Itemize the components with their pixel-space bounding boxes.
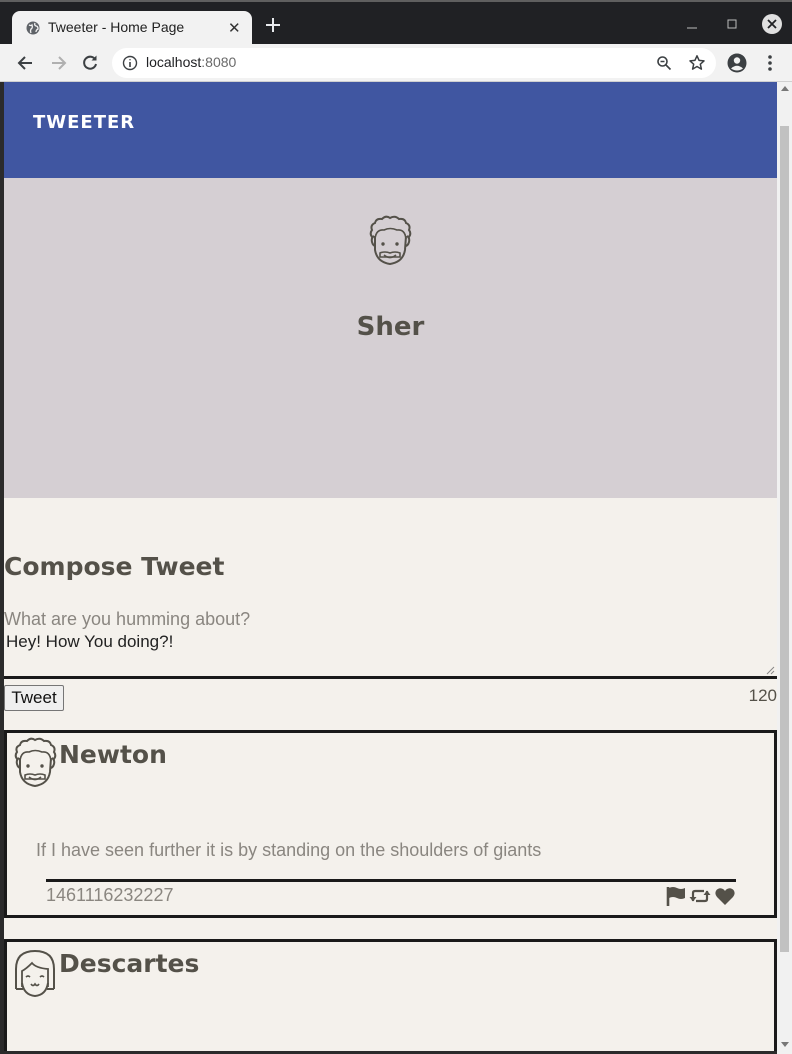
back-arrow-icon[interactable] <box>16 53 36 73</box>
tweet-button[interactable]: Tweet <box>4 685 64 711</box>
maximize-icon[interactable] <box>722 14 742 34</box>
tweet-content: If I have seen further it is by standing… <box>36 840 542 860</box>
char-counter: 120 <box>748 686 777 705</box>
url-host: localhost <box>146 54 202 70</box>
smiling-face-curly-hair-icon <box>369 215 412 266</box>
tweet-card: Newton If I have seen further it is by s… <box>4 730 777 918</box>
brand-logo[interactable]: TWEETER <box>33 112 135 133</box>
navbar: TWEETER <box>4 82 777 178</box>
tweet-card: Descartes <box>4 939 777 1051</box>
scroll-down-icon[interactable] <box>781 1042 789 1047</box>
page-scrollbar[interactable] <box>777 82 792 1054</box>
window-close-icon[interactable] <box>762 14 782 34</box>
browser-toolbar: localhost:8080 <box>0 44 792 82</box>
compose-title: Compose Tweet <box>4 552 225 581</box>
curly-hair-face-icon <box>14 737 57 788</box>
zoom-icon[interactable] <box>656 55 672 71</box>
bookmark-star-icon[interactable] <box>688 54 706 72</box>
scroll-up-icon[interactable] <box>781 86 789 91</box>
browser-tabstrip: Tweeter - Home Page ✕ <box>0 0 792 46</box>
reload-icon[interactable] <box>80 53 100 73</box>
minimize-icon[interactable] <box>682 14 702 34</box>
forward-arrow-icon[interactable] <box>48 53 68 73</box>
new-tab-icon[interactable] <box>264 16 282 34</box>
account-icon[interactable] <box>727 53 747 73</box>
profile-header: Sher <box>4 178 777 498</box>
page-viewport: TWEETER Sher Compose Tweet What are you … <box>4 82 777 1051</box>
heart-icon[interactable] <box>714 885 736 907</box>
bob-hair-face-icon <box>15 949 55 998</box>
tweet-actions <box>665 885 739 907</box>
compose-tweet-textarea[interactable]: Hey! How You doing?! <box>4 632 777 679</box>
flag-icon[interactable] <box>665 885 687 907</box>
tweet-divider <box>46 879 736 882</box>
scroll-thumb[interactable] <box>780 126 789 952</box>
compose-label: What are you humming about? <box>4 609 251 629</box>
retweet-icon[interactable] <box>689 885 711 907</box>
tweet-author-name: Descartes <box>59 949 200 978</box>
tab-close-icon[interactable]: ✕ <box>228 20 241 36</box>
globe-icon <box>26 21 40 35</box>
address-bar[interactable]: localhost:8080 <box>112 48 716 78</box>
tab-title: Tweeter - Home Page <box>48 19 185 35</box>
resize-grip-icon[interactable] <box>766 666 775 675</box>
tweet-author-name: Newton <box>59 740 167 769</box>
tweet-timestamp: 1461116232227 <box>46 885 174 905</box>
browser-tab[interactable]: Tweeter - Home Page ✕ <box>12 11 252 46</box>
url-port: :8080 <box>201 54 237 70</box>
profile-name: Sher <box>356 312 425 342</box>
info-icon[interactable] <box>122 55 138 71</box>
url-text: localhost:8080 <box>146 54 236 70</box>
browser-menu-icon[interactable] <box>762 53 778 73</box>
